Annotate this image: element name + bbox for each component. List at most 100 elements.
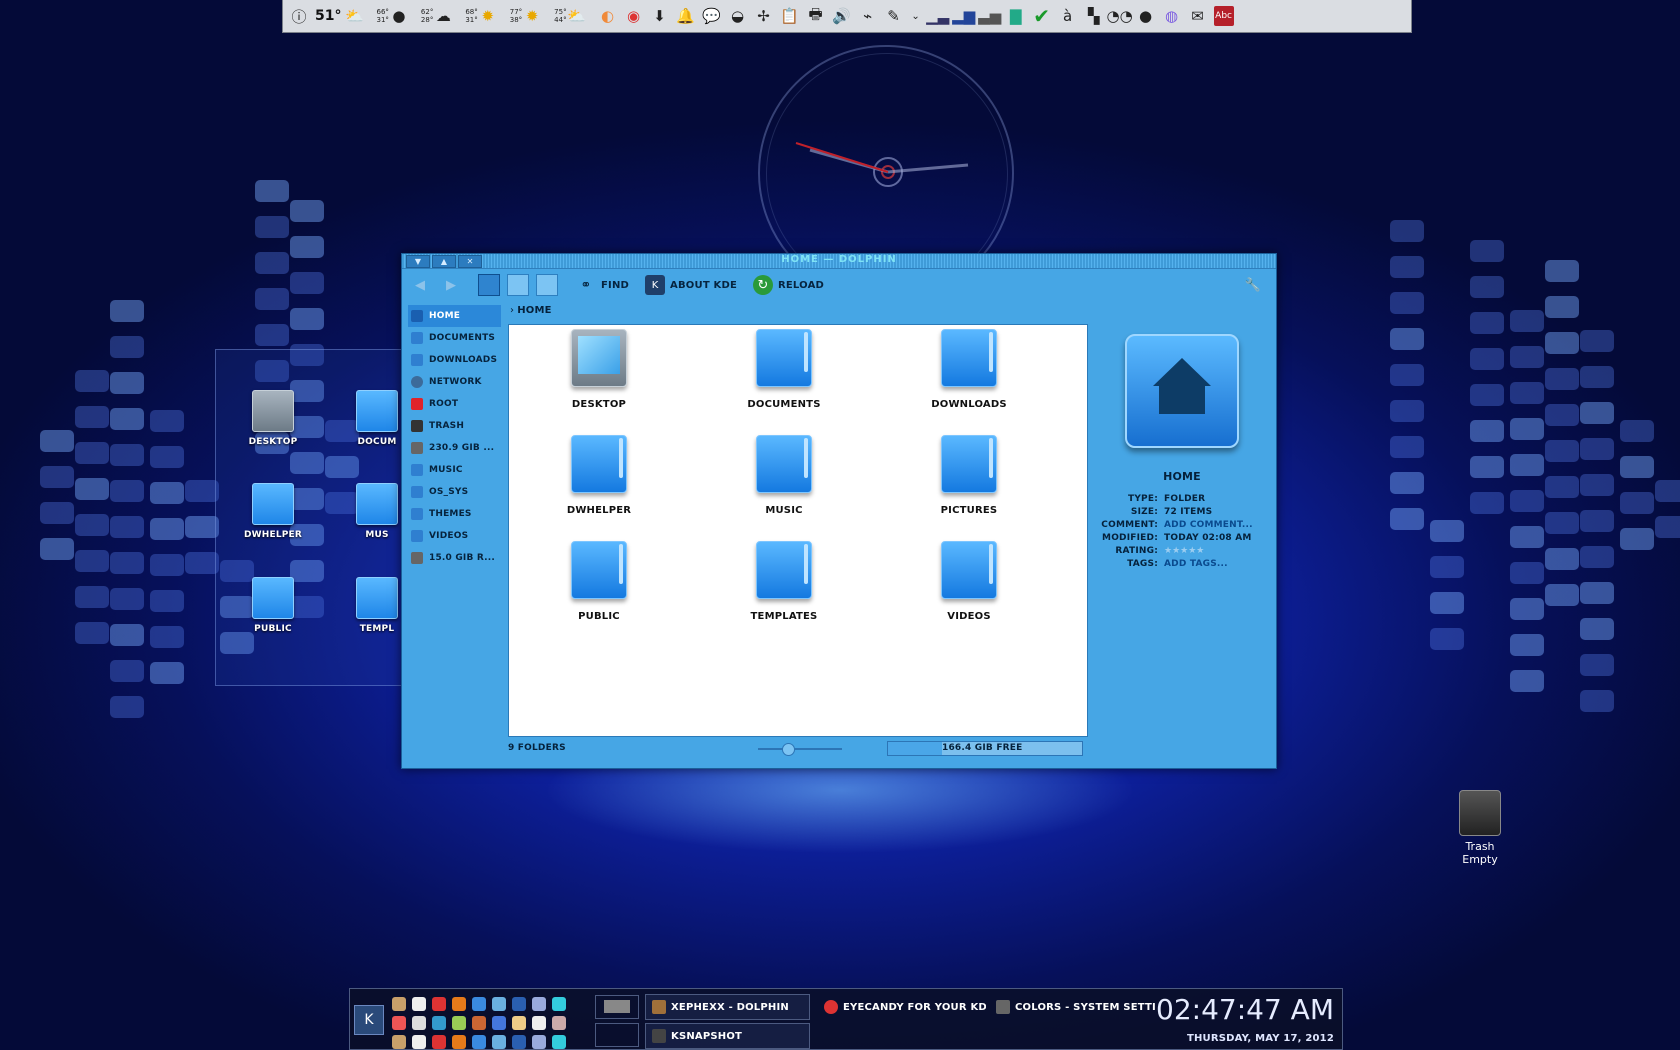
place-network[interactable]: Network [408, 371, 501, 393]
dictionary-icon[interactable]: à [1058, 6, 1078, 26]
weather-day-1[interactable]: 66° 31° ● [375, 6, 414, 26]
add-tags-link[interactable]: Add Tags... [1164, 558, 1228, 571]
details-view-button[interactable] [507, 274, 529, 296]
quicklaunch-icon[interactable] [472, 1035, 486, 1049]
weather-day-5[interactable]: 75° 44° ⛅ [553, 6, 592, 26]
file-item-music[interactable]: Music [724, 435, 844, 516]
pager-icon[interactable]: ▚ [1084, 6, 1104, 26]
zoom-slider-handle[interactable] [782, 743, 795, 756]
zoom-slider[interactable] [744, 743, 856, 754]
configure-button[interactable]: 🔧 [1243, 275, 1268, 295]
window-titlebar[interactable]: ▼ ▲ ✕ Home — Dolphin [402, 254, 1276, 269]
file-item-dwhelper[interactable]: DWHelper [539, 435, 659, 516]
quicklaunch-icon[interactable] [452, 1016, 466, 1030]
pager-desktop-2[interactable] [595, 1023, 639, 1047]
quicklaunch-icon[interactable] [492, 1035, 506, 1049]
place-drive-2[interactable]: 15.0 GiB R... [408, 547, 501, 569]
globe-icon[interactable]: ◍ [1162, 6, 1182, 26]
quicklaunch-icon[interactable] [412, 997, 426, 1011]
quicklaunch-icon[interactable] [412, 1035, 426, 1049]
network-icon[interactable]: ✢ [754, 6, 774, 26]
quicklaunch-icon[interactable] [532, 997, 546, 1011]
quicklaunch-icon[interactable] [432, 997, 446, 1011]
file-item-desktop[interactable]: Desktop [539, 329, 659, 410]
checkmark-icon[interactable]: ✔ [1032, 6, 1052, 26]
weather-day-4[interactable]: 77° 38° ✹ [509, 6, 548, 26]
printer-icon[interactable]: 🖶 [806, 6, 826, 26]
weather-day-3[interactable]: 68° 31° ✹ [464, 6, 503, 26]
kde-menu-button[interactable]: K [354, 1005, 384, 1035]
quicklaunch-icon[interactable] [512, 1016, 526, 1030]
place-themes[interactable]: Themes [408, 503, 501, 525]
icons-view-button[interactable] [478, 274, 500, 296]
find-button[interactable]: ⚭ Find [576, 275, 629, 295]
weather-day-2[interactable]: 62° 28° ☁ [420, 6, 459, 26]
rating-stars[interactable]: ★★★★★ [1164, 545, 1204, 558]
desktop-folder-view[interactable]: Desktop Docum DWHelper Mus Public Templ [215, 349, 405, 686]
place-videos[interactable]: Videos [408, 525, 501, 547]
quicklaunch-icon[interactable] [452, 997, 466, 1011]
quicklaunch-icon[interactable] [532, 1016, 546, 1030]
place-downloads[interactable]: Downloads [408, 349, 501, 371]
device-icon[interactable]: ◒ [728, 6, 748, 26]
clipboard-icon[interactable]: 📋 [780, 6, 800, 26]
quicklaunch-icon[interactable] [492, 997, 506, 1011]
quicklaunch-icon[interactable] [512, 997, 526, 1011]
desktop-icon-desktop[interactable]: Desktop [236, 390, 310, 447]
task-chrome[interactable]: Eyecandy for your KDE [818, 994, 986, 1020]
quicklaunch-icon[interactable] [472, 997, 486, 1011]
file-item-public[interactable]: Public [539, 541, 659, 622]
place-documents[interactable]: Documents [408, 327, 501, 349]
place-drive-1[interactable]: 230.9 GiB ... [408, 437, 501, 459]
quicklaunch-icon[interactable] [512, 1035, 526, 1049]
place-os-sys[interactable]: OS_SYS [408, 481, 501, 503]
bell-icon[interactable]: 🔔 [676, 6, 696, 26]
desktop-icon-dwhelper[interactable]: DWHelper [236, 483, 310, 540]
quicklaunch-icon[interactable] [412, 1016, 426, 1030]
about-kde-button[interactable]: K About KDE [645, 275, 737, 295]
file-item-templates[interactable]: Templates [724, 541, 844, 622]
add-comment-link[interactable]: Add Comment... [1164, 519, 1253, 532]
quicklaunch-icon[interactable] [392, 997, 406, 1011]
quicklaunch-icon[interactable] [472, 1016, 486, 1030]
quicklaunch-icon[interactable] [532, 1035, 546, 1049]
volume-icon[interactable]: 🔊 [832, 6, 852, 26]
back-button[interactable]: ◀ [410, 275, 435, 295]
reload-button[interactable]: ↻ Reload [753, 275, 824, 295]
task-dolphin[interactable]: xephexx - Dolphin [645, 994, 810, 1020]
digital-clock[interactable]: 02:47:47 AM [1156, 993, 1334, 1026]
forward-button[interactable]: ▶ [441, 275, 466, 295]
quicklaunch-icon[interactable] [452, 1035, 466, 1049]
chat-icon[interactable]: 💬 [702, 6, 722, 26]
place-root[interactable]: Root [408, 393, 501, 415]
columns-view-button[interactable] [536, 274, 558, 296]
weather-current[interactable]: 51° ⛅ [315, 6, 370, 26]
file-item-downloads[interactable]: Downloads [909, 329, 1029, 410]
app-launcher-icon[interactable]: ◐ [598, 6, 618, 26]
usb-icon[interactable]: ⌁ [858, 6, 878, 26]
info-icon[interactable]: ⓘ [289, 6, 309, 26]
quicklaunch-icon[interactable] [492, 1016, 506, 1030]
breadcrumb[interactable]: › Home [510, 305, 552, 316]
quicklaunch-icon[interactable] [552, 1035, 566, 1049]
file-item-videos[interactable]: Videos [909, 541, 1029, 622]
place-trash[interactable]: Trash [408, 415, 501, 437]
trash-widget[interactable]: Trash Empty [1438, 790, 1522, 866]
quicklaunch-icon[interactable] [392, 1016, 406, 1030]
quicklaunch-icon[interactable] [392, 1035, 406, 1049]
breadcrumb-home[interactable]: Home [517, 305, 551, 316]
pager-desktop-1[interactable] [595, 995, 639, 1019]
file-item-documents[interactable]: Documents [724, 329, 844, 410]
pen-icon[interactable]: ✎ [884, 6, 904, 26]
place-home[interactable]: Home [408, 305, 501, 327]
file-view[interactable]: Desktop Documents Downloads DWHelper Mus… [508, 324, 1088, 737]
chrome-icon[interactable]: ◉ [624, 6, 644, 26]
task-system-settings[interactable]: Colors - System Setti [990, 994, 1155, 1020]
file-item-pictures[interactable]: Pictures [909, 435, 1029, 516]
quicklaunch-icon[interactable] [552, 997, 566, 1011]
spell-icon[interactable]: Abc [1214, 6, 1234, 26]
place-music[interactable]: Music [408, 459, 501, 481]
mail-icon[interactable]: ✉ [1188, 6, 1208, 26]
quicklaunch-icon[interactable] [432, 1035, 446, 1049]
desktop-icon-public[interactable]: Public [236, 577, 310, 634]
